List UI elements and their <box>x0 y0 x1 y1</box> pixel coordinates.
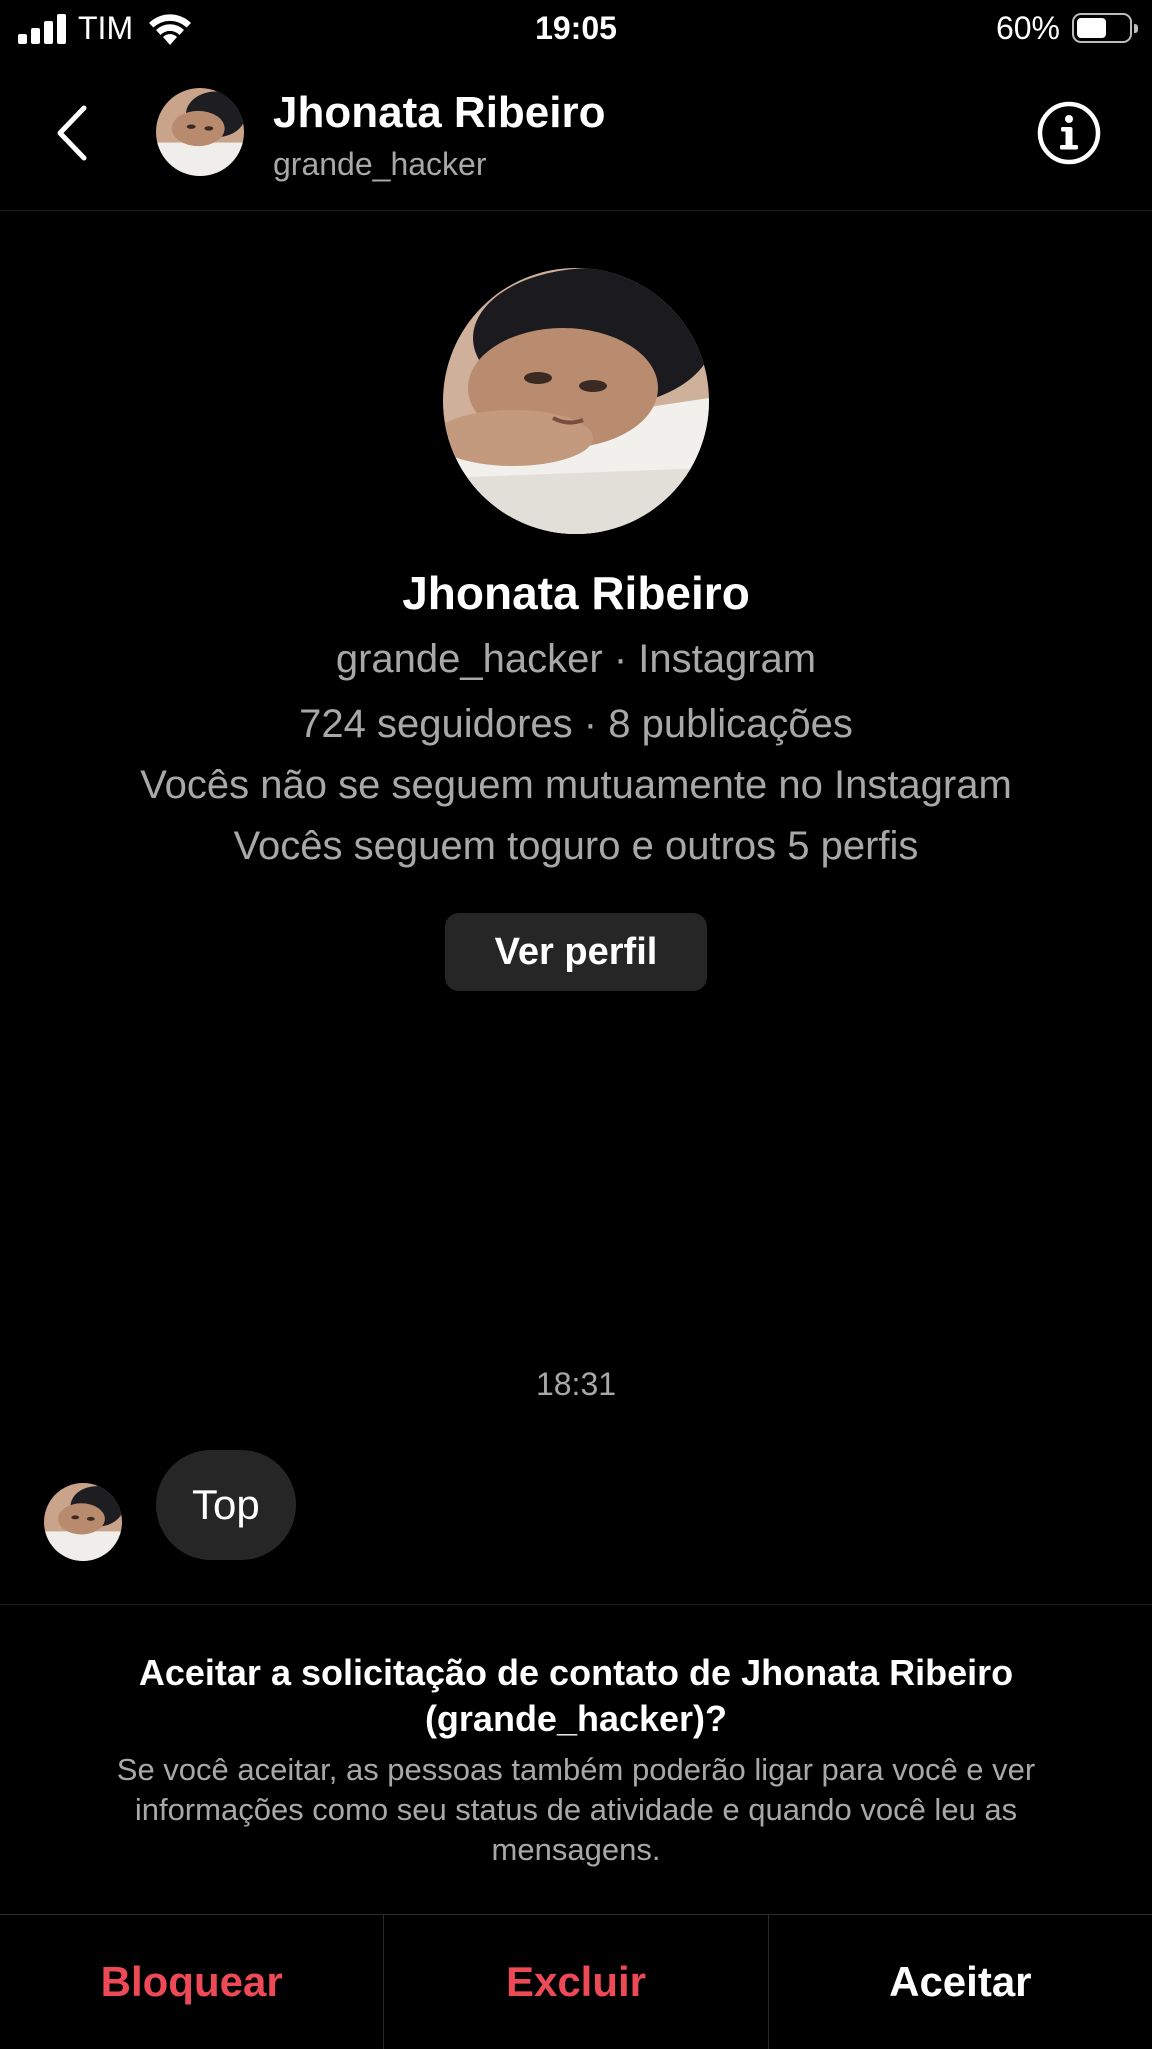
avatar[interactable] <box>156 88 244 176</box>
status-bar: TIM 19:05 60% <box>0 0 1152 58</box>
battery-percentage: 60% <box>995 10 1060 46</box>
message-timestamp: 18:31 <box>535 1366 617 1402</box>
battery-fill <box>1077 18 1106 38</box>
profile-avatar[interactable] <box>443 268 709 534</box>
delete-button[interactable]: Excluir <box>383 1915 767 2049</box>
avatar[interactable] <box>44 1483 122 1561</box>
request-description: Se você aceitar, as pessoas também poder… <box>116 1752 1036 1867</box>
status-time: 19:05 <box>535 10 617 46</box>
profile-mutual-line: Vocês não se seguem mutuamente no Instag… <box>140 763 1012 807</box>
profile-username-line: grande_hacker · Instagram <box>335 637 817 681</box>
view-profile-button[interactable]: Ver perfil <box>445 913 707 991</box>
profile-stats-line: 724 seguidores · 8 publicações <box>299 702 853 746</box>
profile-follow-line: Vocês seguem toguro e outros 5 perfis <box>233 824 919 868</box>
profile-photo <box>44 1483 122 1561</box>
profile-name: Jhonata Ribeiro <box>402 567 750 619</box>
block-button[interactable]: Bloquear <box>0 1915 383 2049</box>
header-username: grande_hacker <box>273 146 487 182</box>
profile-photo <box>156 88 244 176</box>
divider <box>0 1604 1152 1605</box>
accept-button[interactable]: Aceitar <box>767 1915 1152 2049</box>
chat-header: Jhonata Ribeiro grande_hacker <box>0 58 1152 211</box>
request-title: Aceitar a solicitação de contato de Jhon… <box>138 1652 1014 1739</box>
profile-photo <box>443 268 709 534</box>
back-button[interactable] <box>50 98 100 168</box>
request-action-bar: Bloquear Excluir Aceitar <box>0 1914 1152 2049</box>
info-icon[interactable] <box>1036 100 1102 166</box>
header-contact-name[interactable]: Jhonata Ribeiro <box>273 88 606 138</box>
message-bubble[interactable]: Top <box>156 1450 296 1560</box>
battery-icon <box>1072 13 1138 43</box>
